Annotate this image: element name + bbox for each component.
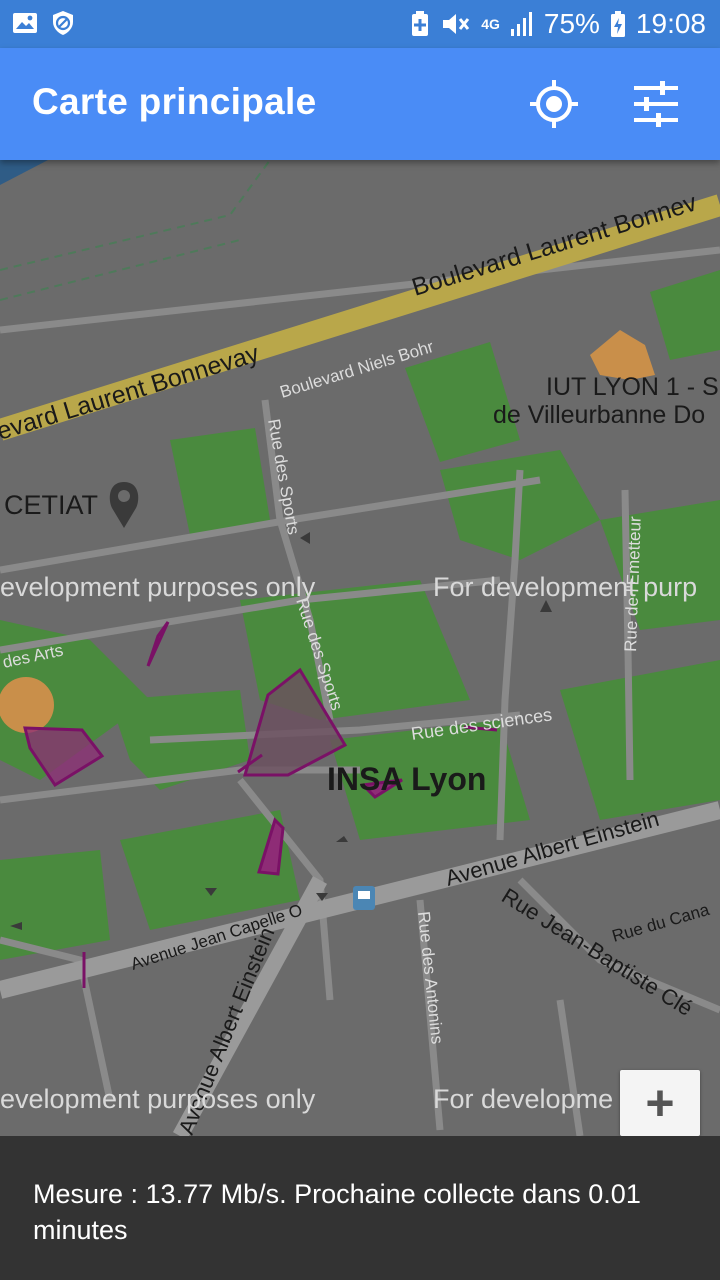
plus-icon: + bbox=[645, 1075, 675, 1131]
watermark-text: For development purp bbox=[433, 572, 697, 602]
orange-area bbox=[0, 677, 54, 733]
page-title: Carte principale bbox=[32, 81, 317, 122]
map-label: CETIAT bbox=[4, 490, 98, 520]
clock: 19:08 bbox=[635, 8, 706, 39]
locate-button[interactable] bbox=[528, 78, 580, 130]
map-label: IUT LYON 1 - S bbox=[546, 373, 719, 401]
zoom-in-button[interactable]: + bbox=[620, 1070, 700, 1136]
filter-settings-button[interactable] bbox=[630, 78, 682, 130]
filter-settings-icon bbox=[634, 81, 678, 127]
locate-icon bbox=[530, 80, 578, 128]
measurement-snackbar: Mesure : 13.77 Mb/s. Prochaine collecte … bbox=[0, 1136, 720, 1280]
battery-charging-icon bbox=[610, 11, 625, 37]
watermark-text: evelopment purposes only bbox=[0, 1084, 316, 1114]
map-view[interactable]: evard Laurent Bonnevay Boulevard Laurent… bbox=[0, 160, 720, 1136]
measurement-text: Mesure : 13.77 Mb/s. Prochaine collecte … bbox=[33, 1179, 641, 1245]
shield-icon bbox=[53, 11, 73, 35]
battery-percent: 75% bbox=[543, 8, 600, 39]
app-bar: Carte principale bbox=[0, 48, 720, 160]
network-type: 4G bbox=[481, 16, 500, 32]
status-bar: 4G 75% 19:08 bbox=[0, 0, 720, 48]
map-canvas[interactable]: evard Laurent Bonnevay Boulevard Laurent… bbox=[0, 160, 720, 1136]
map-label: de Villeurbanne Do bbox=[493, 401, 705, 429]
battery-saver-icon bbox=[412, 11, 429, 36]
image-icon bbox=[13, 13, 37, 33]
watermark-text: evelopment purposes only bbox=[0, 572, 316, 602]
map-label: INSA Lyon bbox=[327, 761, 486, 797]
watermark-text: For developme bbox=[433, 1084, 613, 1114]
signal-icon bbox=[510, 12, 532, 36]
bus-stop-icon[interactable] bbox=[353, 886, 375, 910]
mute-icon bbox=[443, 14, 470, 34]
